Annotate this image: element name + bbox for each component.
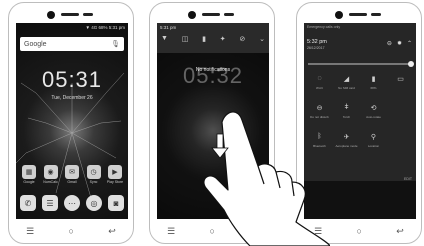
battery-icon: ▮	[371, 76, 376, 83]
back-icon[interactable]: ↩	[396, 226, 404, 237]
store-icon: ▶	[108, 165, 122, 179]
cast-icon: ▭	[397, 76, 404, 83]
chevron-down-icon[interactable]: ⌄	[259, 35, 265, 43]
tile-auto-rotate[interactable]: ⟲ Auto-rotate	[360, 104, 387, 119]
tile-cast[interactable]: ▭	[387, 75, 414, 90]
nav-bar: ☰ ○ ↩	[9, 223, 133, 239]
airplane-icon: ✈	[343, 134, 350, 141]
tile-battery[interactable]: ▮ 68%	[360, 75, 387, 90]
earpiece	[188, 10, 236, 20]
messages-icon[interactable]: ☰	[42, 195, 58, 211]
camera-icon: ◉	[43, 165, 58, 179]
no-notifications-text: No notifications	[195, 67, 231, 73]
brightness-knob[interactable]	[408, 61, 414, 67]
tile-empty	[387, 104, 414, 119]
app-numcalc[interactable]: ◉ NumCalc	[42, 165, 60, 184]
home-screen: ▼ 4G 68% 5:31 pm Google 🎙 05:31 Tue, Dec…	[16, 23, 128, 219]
dnd-icon[interactable]: ⊘	[239, 35, 245, 43]
dock: ✆ ☰ ⋯ ◎ ◙	[20, 195, 124, 211]
home-icon[interactable]: ○	[357, 226, 362, 236]
clock-widget[interactable]: 05:31	[16, 67, 128, 93]
qs-header-icons: ⊖ ✹ ⌃	[387, 40, 412, 47]
app-google[interactable]: ▦ Google	[20, 165, 38, 184]
signal-icon: ◢	[343, 76, 350, 83]
swipe-hand-illustration	[203, 111, 330, 246]
emergency-calls-text: Emergency calls only	[307, 25, 341, 29]
search-label: Google	[24, 40, 47, 48]
qs-time: 5:32 pm	[307, 39, 327, 45]
gear-icon[interactable]: ✹	[397, 40, 402, 47]
vibrate-icon[interactable]: ◫	[182, 35, 189, 43]
battery-icon[interactable]: ▮	[202, 35, 206, 43]
phone-home-screen: ▼ 4G 68% 5:31 pm Google 🎙 05:31 Tue, Dec…	[8, 2, 134, 244]
brightness-slider[interactable]	[308, 61, 414, 67]
status-bar: ▼ 4G 68% 5:31 pm	[85, 25, 125, 30]
app-play-store[interactable]: ▶ Play Store	[106, 165, 124, 184]
wallpaper-cracks	[16, 72, 125, 199]
phone-icon[interactable]: ✆	[20, 195, 36, 211]
mail-icon: ✉	[65, 165, 79, 179]
menu-icon[interactable]: ☰	[26, 226, 34, 237]
home-icon[interactable]: ○	[69, 226, 74, 236]
earpiece	[47, 10, 95, 20]
sync-icon: ◷	[86, 165, 101, 179]
notification-shade[interactable]: 5:31 pm ▼ ◫ ▮ ✦ ⊘ ⌄	[157, 23, 269, 53]
tile-location[interactable]: ⚲ Location	[360, 133, 387, 148]
date-text: Tue, December 26	[51, 95, 93, 101]
location-icon: ⚲	[370, 134, 377, 141]
camera-icon[interactable]: ◙	[108, 195, 124, 211]
google-search-bar[interactable]: Google 🎙	[20, 37, 124, 51]
app-sync[interactable]: ◷ Sync	[85, 165, 103, 184]
apps-icon[interactable]: ⋯	[64, 195, 80, 211]
app-row: ▦ Google ◉ NumCalc ✉ Gmail ◷ Sync ▶ Play Stor…	[20, 165, 124, 184]
tile-empty	[387, 133, 414, 148]
chrome-icon[interactable]: ◎	[86, 195, 102, 211]
chevron-up-icon[interactable]: ⌃	[407, 40, 412, 47]
app-gmail[interactable]: ✉ Gmail	[63, 165, 81, 184]
back-icon[interactable]: ↩	[108, 226, 116, 237]
mic-icon[interactable]: 🎙	[111, 40, 120, 48]
tile-airplane[interactable]: ✈ Aeroplane mode	[333, 133, 360, 148]
user-icon[interactable]: ⊖	[387, 40, 392, 47]
shade-time: 5:31 pm	[160, 25, 177, 30]
tile-torch[interactable]: ǂ Torch	[333, 104, 360, 119]
tile-signal[interactable]: ◢ No SIM card	[333, 75, 360, 90]
grid-icon: ▦	[22, 165, 36, 179]
tile-wifi[interactable]: ◌ Wi-Fi	[306, 75, 333, 90]
quick-settings-row: ▼ ◫ ▮ ✦ ⊘ ⌄	[161, 35, 265, 43]
wifi-icon[interactable]: ▼	[161, 35, 168, 43]
qs-date: 26/12/2017	[307, 46, 325, 50]
brightness-icon[interactable]: ✦	[220, 35, 226, 43]
earpiece	[335, 10, 383, 20]
torch-icon: ǂ	[344, 104, 349, 111]
wifi-icon: ◌	[317, 75, 322, 82]
rotate-icon: ⟲	[370, 105, 377, 112]
